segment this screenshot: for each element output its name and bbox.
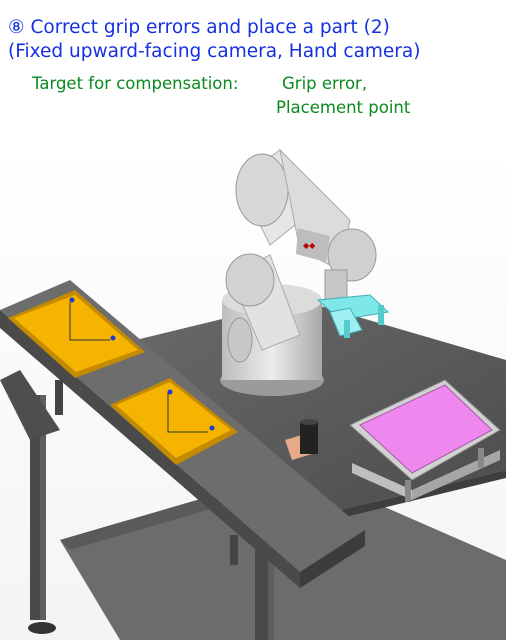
svg-text:◆◆: ◆◆: [303, 241, 316, 250]
robot-cell-illustration: ◆◆: [0, 148, 506, 640]
